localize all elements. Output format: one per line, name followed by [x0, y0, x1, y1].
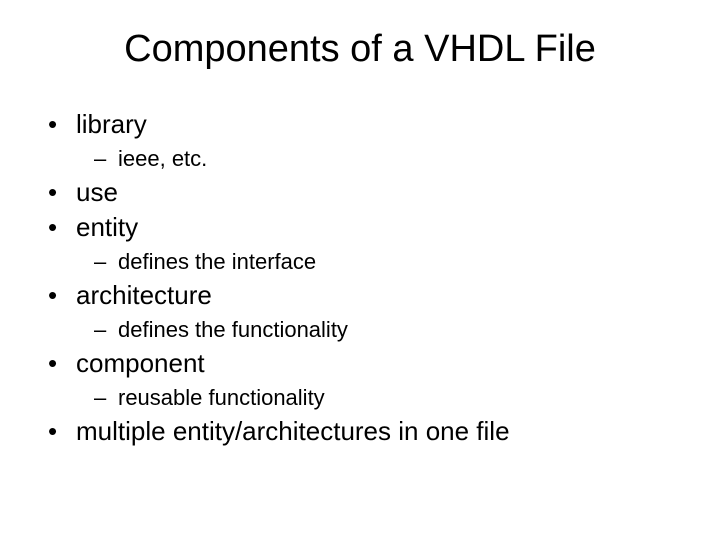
item-label: entity	[76, 210, 138, 245]
slide-title: Components of a VHDL File	[40, 28, 680, 71]
bullet-marker: •	[48, 278, 76, 313]
item-label: component	[76, 346, 205, 381]
list-item: • use	[48, 175, 680, 210]
subitem-label: defines the functionality	[118, 313, 348, 346]
dash-marker: –	[94, 313, 118, 346]
list-subitem: – reusable functionality	[48, 381, 680, 414]
item-label: use	[76, 175, 118, 210]
bullet-marker: •	[48, 107, 76, 142]
list-subitem: – ieee, etc.	[48, 142, 680, 175]
list-item: • multiple entity/architectures in one f…	[48, 414, 680, 449]
bullet-marker: •	[48, 175, 76, 210]
list-item: • library	[48, 107, 680, 142]
subitem-label: defines the interface	[118, 245, 316, 278]
bullet-marker: •	[48, 346, 76, 381]
item-label: multiple entity/architectures in one fil…	[76, 414, 510, 449]
subitem-label: ieee, etc.	[118, 142, 207, 175]
dash-marker: –	[94, 142, 118, 175]
item-label: library	[76, 107, 147, 142]
list-item: • component	[48, 346, 680, 381]
list-item: • architecture	[48, 278, 680, 313]
bullet-marker: •	[48, 414, 76, 449]
item-label: architecture	[76, 278, 212, 313]
subitem-label: reusable functionality	[118, 381, 325, 414]
slide-content: • library – ieee, etc. • use • entity – …	[40, 107, 680, 450]
bullet-marker: •	[48, 210, 76, 245]
list-item: • entity	[48, 210, 680, 245]
dash-marker: –	[94, 245, 118, 278]
dash-marker: –	[94, 381, 118, 414]
list-subitem: – defines the functionality	[48, 313, 680, 346]
list-subitem: – defines the interface	[48, 245, 680, 278]
